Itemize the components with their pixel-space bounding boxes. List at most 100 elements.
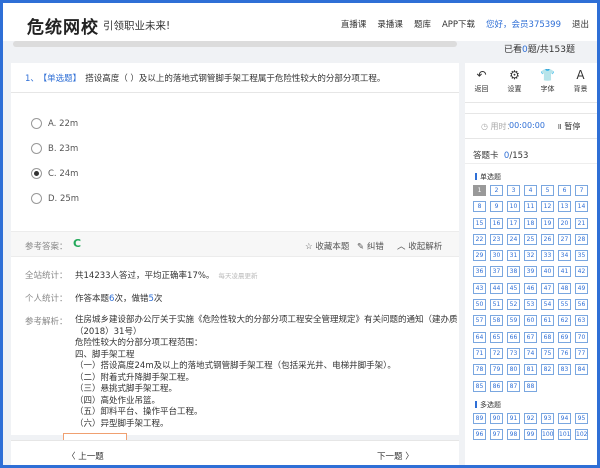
answer-card-cell[interactable]: 85 bbox=[473, 380, 486, 392]
answer-card-cell[interactable]: 98 bbox=[507, 429, 520, 441]
answer-card-cell[interactable]: 24 bbox=[507, 233, 520, 245]
answer-card-cell[interactable]: 39 bbox=[524, 266, 537, 278]
answer-card-cell[interactable]: 66 bbox=[507, 331, 520, 343]
answer-card-cell[interactable]: 16 bbox=[490, 217, 503, 229]
answer-card-cell[interactable]: 33 bbox=[541, 250, 554, 262]
answer-card-cell[interactable]: 26 bbox=[541, 233, 554, 245]
answer-card-cell[interactable]: 93 bbox=[541, 413, 554, 424]
answer-card-cell[interactable]: 69 bbox=[558, 331, 571, 343]
answer-card-cell[interactable]: 10 bbox=[507, 201, 520, 213]
answer-card-cell[interactable]: 71 bbox=[473, 347, 486, 359]
answer-card-cell[interactable]: 77 bbox=[575, 347, 588, 359]
answer-card-cell[interactable]: 11 bbox=[524, 201, 537, 213]
answer-card-cell[interactable]: 21 bbox=[575, 217, 588, 229]
answer-card-cell[interactable]: 64 bbox=[473, 331, 486, 343]
answer-card-cell[interactable]: 53 bbox=[524, 299, 537, 311]
nav-recorded-course[interactable]: 录播课 bbox=[377, 18, 403, 30]
radio-d[interactable] bbox=[31, 193, 42, 204]
answer-card-cell[interactable]: 86 bbox=[490, 380, 503, 392]
answer-card-cell[interactable]: 4 bbox=[524, 185, 537, 196]
answer-card-cell[interactable]: 90 bbox=[490, 413, 503, 424]
back-button[interactable]: ↶ 返回 bbox=[469, 68, 495, 102]
answer-card-cell[interactable]: 18 bbox=[524, 217, 537, 229]
answer-card-cell[interactable]: 20 bbox=[558, 217, 571, 229]
nav-live-course[interactable]: 直播课 bbox=[341, 18, 367, 30]
collapse-analysis-button[interactable]: ︿ 收起解析 bbox=[397, 240, 442, 252]
answer-card-cell[interactable]: 61 bbox=[541, 315, 554, 327]
option-d[interactable]: D. 25m bbox=[31, 186, 459, 211]
user-greeting[interactable]: 您好，会员375399 bbox=[486, 18, 561, 30]
answer-card-cell[interactable]: 63 bbox=[575, 315, 588, 327]
answer-card-cell[interactable]: 81 bbox=[524, 364, 537, 376]
answer-card-cell[interactable]: 94 bbox=[558, 413, 571, 424]
answer-card-cell[interactable]: 30 bbox=[490, 250, 503, 262]
site-logo[interactable]: 危统网校 bbox=[27, 13, 99, 38]
radio-c[interactable] bbox=[31, 168, 42, 179]
answer-card-cell[interactable]: 68 bbox=[541, 331, 554, 343]
answer-card-cell[interactable]: 52 bbox=[507, 299, 520, 311]
logout-link[interactable]: 退出 bbox=[572, 18, 589, 30]
answer-card-cell[interactable]: 37 bbox=[490, 266, 503, 278]
answer-card-cell[interactable]: 59 bbox=[507, 315, 520, 327]
answer-card-cell[interactable]: 54 bbox=[541, 299, 554, 311]
answer-card-cell[interactable]: 78 bbox=[473, 364, 486, 376]
answer-card-cell[interactable]: 55 bbox=[558, 299, 571, 311]
answer-card-cell[interactable]: 97 bbox=[490, 429, 503, 441]
answer-card-cell[interactable]: 74 bbox=[524, 347, 537, 359]
answer-card-cell[interactable]: 15 bbox=[473, 217, 486, 229]
answer-card-cell[interactable]: 47 bbox=[541, 282, 554, 294]
answer-card-cell[interactable]: 56 bbox=[575, 299, 588, 311]
answer-card-cell[interactable]: 46 bbox=[524, 282, 537, 294]
answer-card-cell[interactable]: 44 bbox=[490, 282, 503, 294]
answer-card-cell[interactable]: 50 bbox=[473, 299, 486, 311]
answer-card-cell[interactable]: 2 bbox=[490, 185, 503, 196]
answer-card-cell[interactable]: 57 bbox=[473, 315, 486, 327]
answer-card-cell[interactable]: 5 bbox=[541, 185, 554, 196]
answer-card-cell[interactable]: 22 bbox=[473, 233, 486, 245]
answer-card-cell[interactable]: 89 bbox=[473, 413, 486, 424]
answer-card-cell[interactable]: 38 bbox=[507, 266, 520, 278]
favorite-button[interactable]: ☆ 收藏本题 bbox=[305, 240, 349, 252]
radio-a[interactable] bbox=[31, 118, 42, 129]
option-a[interactable]: A. 22m bbox=[31, 111, 459, 136]
answer-card-cell[interactable]: 58 bbox=[490, 315, 503, 327]
answer-card-cell[interactable]: 92 bbox=[524, 413, 537, 424]
answer-card-cell[interactable]: 88 bbox=[524, 380, 537, 392]
answer-card-cell[interactable]: 19 bbox=[541, 217, 554, 229]
answer-card-cell[interactable]: 41 bbox=[558, 266, 571, 278]
answer-card-cell[interactable]: 91 bbox=[507, 413, 520, 424]
background-button[interactable]: A 背景 bbox=[568, 68, 594, 102]
next-question-button[interactable]: 下一题 〉 bbox=[377, 450, 414, 462]
answer-card-cell[interactable]: 31 bbox=[507, 250, 520, 262]
answer-card-cell[interactable]: 48 bbox=[558, 282, 571, 294]
answer-card-cell[interactable]: 28 bbox=[575, 233, 588, 245]
font-button[interactable]: 👕 字体 bbox=[535, 68, 561, 102]
answer-card-cell[interactable]: 101 bbox=[558, 429, 571, 441]
answer-card-cell[interactable]: 12 bbox=[541, 201, 554, 213]
answer-card-cell[interactable]: 35 bbox=[575, 250, 588, 262]
answer-card-cell[interactable]: 49 bbox=[575, 282, 588, 294]
option-c[interactable]: C. 24m bbox=[31, 161, 459, 186]
answer-card-cell[interactable]: 84 bbox=[575, 364, 588, 376]
answer-card-cell[interactable]: 87 bbox=[507, 380, 520, 392]
nav-question-bank[interactable]: 题库 bbox=[414, 18, 431, 30]
answer-card-cell[interactable]: 83 bbox=[558, 364, 571, 376]
radio-b[interactable] bbox=[31, 143, 42, 154]
nav-app-download[interactable]: APP下载 bbox=[442, 18, 475, 30]
answer-card-cell[interactable]: 8 bbox=[473, 201, 486, 213]
pause-button[interactable]: ॥ 暂停 bbox=[557, 121, 580, 132]
answer-card-cell[interactable]: 62 bbox=[558, 315, 571, 327]
answer-card-cell[interactable]: 102 bbox=[575, 429, 588, 441]
answer-card-cell[interactable]: 36 bbox=[473, 266, 486, 278]
answer-card-cell[interactable]: 34 bbox=[558, 250, 571, 262]
answer-card-cell[interactable]: 14 bbox=[575, 201, 588, 213]
answer-card-cell[interactable]: 17 bbox=[507, 217, 520, 229]
answer-card-cell[interactable]: 27 bbox=[558, 233, 571, 245]
answer-card-cell[interactable]: 25 bbox=[524, 233, 537, 245]
answer-card-cell[interactable]: 29 bbox=[473, 250, 486, 262]
answer-card-cell[interactable]: 6 bbox=[558, 185, 571, 196]
report-error-button[interactable]: ✎ 纠错 bbox=[357, 240, 384, 252]
answer-card-cell[interactable]: 13 bbox=[558, 201, 571, 213]
answer-card-cell[interactable]: 70 bbox=[575, 331, 588, 343]
answer-card-cell[interactable]: 96 bbox=[473, 429, 486, 441]
